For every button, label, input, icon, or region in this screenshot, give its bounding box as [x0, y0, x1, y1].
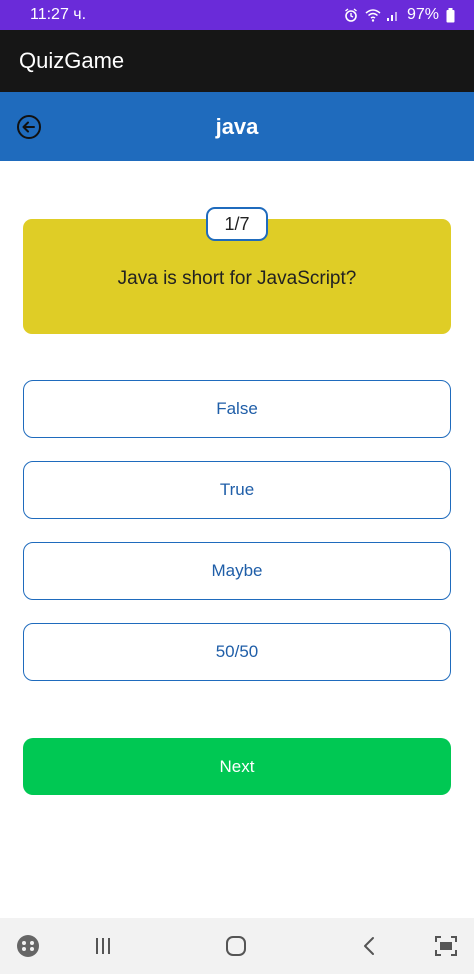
battery-icon	[446, 8, 460, 23]
status-bar: 11:27 ч. 97%	[0, 0, 474, 30]
question-text: Java is short for JavaScript?	[117, 267, 357, 289]
back-icon	[364, 937, 374, 955]
question-counter-badge: 1/7	[206, 207, 268, 241]
app-bar: QuizGame	[0, 30, 474, 92]
signal-icon	[386, 8, 400, 22]
screen-capture-icon	[435, 936, 457, 956]
next-button[interactable]: Next	[23, 738, 451, 795]
answer-button-maybe[interactable]: Maybe	[23, 542, 451, 600]
game-launcher-icon	[17, 935, 39, 957]
status-icons: 97%	[344, 6, 460, 24]
game-launcher-button[interactable]	[4, 918, 52, 974]
screen-capture-button[interactable]	[422, 918, 470, 974]
recent-apps-button[interactable]	[79, 918, 127, 974]
topic-title: java	[215, 113, 259, 139]
topic-header: java	[0, 92, 474, 161]
recent-apps-icon	[96, 938, 110, 954]
answer-button-true[interactable]: True	[23, 461, 451, 519]
app-title: QuizGame	[19, 48, 125, 73]
home-button[interactable]	[212, 918, 260, 974]
answer-list: False True Maybe 50/50	[23, 380, 451, 704]
status-time: 11:27 ч.	[30, 6, 87, 23]
system-back-button[interactable]	[345, 918, 393, 974]
alarm-icon	[344, 8, 358, 22]
quiz-screen: 11:27 ч. 97% QuizGame java Java is short…	[0, 0, 474, 974]
system-nav-bar	[0, 918, 474, 974]
wifi-icon	[365, 8, 381, 22]
home-icon	[226, 936, 246, 956]
battery-level: 97%	[406, 6, 439, 23]
answer-button-false[interactable]: False	[23, 380, 451, 438]
answer-button-fifty-fifty[interactable]: 50/50	[23, 623, 451, 681]
